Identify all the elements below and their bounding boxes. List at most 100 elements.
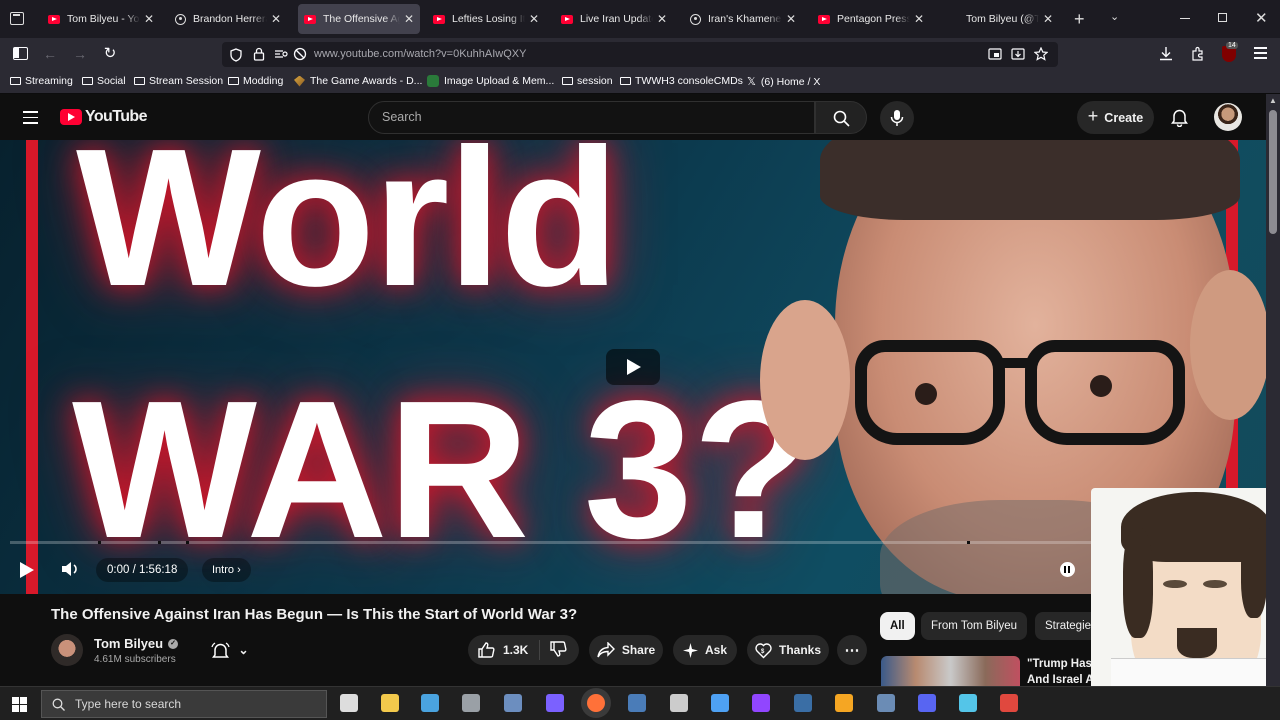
filter-chip[interactable]: From Tom Bilyeu	[921, 612, 1028, 640]
video-player[interactable]: World WAR 3? 0:00 / 1:56:18 Intro ›	[0, 140, 1266, 594]
tab-close-icon[interactable]: ✕	[914, 12, 924, 26]
scroll-up-arrow[interactable]: ▲	[1269, 96, 1277, 105]
like-button[interactable]: 1.3K	[468, 640, 540, 660]
obs-studio-icon[interactable]	[504, 694, 522, 712]
twitch-icon[interactable]	[752, 694, 770, 712]
more-actions-button[interactable]: ⋯	[837, 635, 867, 665]
browser-tab[interactable]: Pentagon Press Briefing ✕	[812, 4, 930, 34]
shield-icon[interactable]	[230, 48, 242, 62]
bookmark-item[interactable]: Stream Session	[134, 75, 223, 87]
recommended-thumbnail[interactable]	[881, 656, 1020, 686]
back-button[interactable]: ←	[40, 44, 60, 64]
bookmark-item[interactable]: Streaming	[10, 75, 73, 87]
tab-close-icon[interactable]: ✕	[404, 12, 414, 26]
new-tab-button[interactable]: +	[1074, 9, 1085, 30]
browser-tab[interactable]: Lefties Losing It: Iran ✕	[427, 4, 545, 34]
notifications-bell-icon[interactable]	[1171, 108, 1188, 127]
browser-tab[interactable]: Iran's Khamenei ✕	[684, 4, 802, 34]
channel-avatar[interactable]	[51, 634, 83, 666]
tab-close-icon[interactable]: ✕	[529, 12, 539, 26]
forward-button[interactable]: →	[70, 44, 90, 64]
tab-list-icon[interactable]	[10, 12, 24, 25]
lock-icon[interactable]	[253, 47, 265, 61]
thanks-button[interactable]: $ Thanks	[747, 635, 829, 665]
tab-close-icon[interactable]: ✕	[1043, 12, 1053, 26]
recorder-icon[interactable]	[1000, 694, 1018, 712]
bookmark-item[interactable]: Social	[82, 75, 126, 87]
create-button[interactable]: + Create	[1077, 101, 1154, 134]
vpn-app-icon[interactable]	[546, 694, 564, 712]
obs-icon[interactable]	[670, 694, 688, 712]
downloads-icon[interactable]	[1159, 46, 1173, 61]
page-scrollbar[interactable]: ▲	[1266, 94, 1280, 686]
dislike-button[interactable]	[540, 640, 567, 660]
subscription-notifications-button[interactable]: ⌄	[199, 635, 261, 665]
autoplay-blocked-icon[interactable]	[293, 47, 307, 61]
tab-close-icon[interactable]: ✕	[144, 12, 154, 26]
browser-tab[interactable]: Tom Bilyeu (@TomBilyeu) ✕	[941, 4, 1059, 34]
battle-net-icon[interactable]	[711, 694, 729, 712]
search-button[interactable]	[815, 101, 867, 134]
thumbnail-red-bar-left	[26, 140, 38, 594]
tab-dropdown-icon[interactable]: ⌄	[1110, 10, 1119, 23]
extensions-icon[interactable]	[1190, 46, 1205, 61]
filter-chip[interactable]: All	[880, 612, 915, 640]
star-citizen-icon[interactable]	[794, 694, 812, 712]
recommended-title[interactable]: "Trump Has And Israel A	[1027, 656, 1094, 688]
monitor-app-icon[interactable]	[421, 694, 439, 712]
discord-icon[interactable]	[918, 694, 936, 712]
close-window-button[interactable]: ✕	[1255, 9, 1268, 27]
windows-start-icon[interactable]	[12, 697, 27, 712]
tab-close-icon[interactable]: ✕	[657, 12, 667, 26]
sidebar-toggle-icon[interactable]	[13, 47, 28, 60]
volume-icon[interactable]	[60, 560, 80, 578]
settings-app-icon[interactable]	[462, 694, 480, 712]
file-explorer-icon[interactable]	[381, 694, 399, 712]
scrollbar-thumb[interactable]	[1269, 110, 1277, 234]
ask-button[interactable]: Ask	[673, 635, 737, 665]
browser-tab[interactable]: Brandon Herrera ✕	[169, 4, 287, 34]
youtube-header: YouTube Search + Create	[0, 94, 1266, 140]
app-menu-icon[interactable]	[1254, 47, 1267, 59]
voice-search-button[interactable]	[880, 101, 914, 135]
taskbar-search-input[interactable]: Type here to search	[41, 690, 327, 718]
media-player-icon[interactable]	[835, 694, 853, 712]
steam-icon[interactable]	[628, 694, 646, 712]
minimize-button[interactable]	[1180, 18, 1190, 19]
address-bar[interactable]: www.youtube.com/watch?v=0KuhhAIwQXY	[222, 42, 1058, 67]
tab-close-icon[interactable]: ✕	[786, 12, 796, 26]
reload-button[interactable]: ↻	[100, 44, 120, 64]
tab-close-icon[interactable]: ✕	[271, 12, 281, 26]
bookmark-item[interactable]: The Game Awards - D...	[294, 75, 422, 87]
browser-nav-bar: ← → ↻ www.youtube.com/watch?v=0KuhhAIwQX…	[0, 38, 1280, 70]
browser-tab[interactable]: Tom Bilyeu - YouTube ✕	[42, 4, 160, 34]
chapter-button[interactable]: Intro ›	[202, 558, 251, 582]
guide-menu-icon[interactable]	[23, 111, 38, 124]
bookmark-star-icon[interactable]	[1034, 47, 1048, 61]
firefox-icon[interactable]	[587, 694, 605, 712]
game-launcher-icon[interactable]	[877, 694, 895, 712]
share-button[interactable]: Share	[589, 635, 663, 665]
save-to-pocket-icon[interactable]	[1011, 47, 1025, 61]
browser-tab[interactable]: The Offensive Against Iran ✕	[298, 4, 420, 34]
youtube-logo[interactable]: YouTube	[60, 108, 147, 126]
bookmark-item[interactable]: session	[562, 75, 613, 87]
autoplay-toggle[interactable]	[1060, 562, 1075, 577]
search-input[interactable]: Search	[368, 101, 815, 134]
restore-button[interactable]	[1218, 13, 1227, 22]
play-center-button[interactable]	[606, 349, 660, 385]
permissions-icon[interactable]	[274, 48, 288, 60]
task-view-icon[interactable]	[340, 694, 358, 712]
bookmark-item[interactable]: Image Upload & Mem...	[427, 75, 554, 87]
channel-name[interactable]: Tom Bilyeu ✓	[94, 636, 179, 651]
bookmark-item[interactable]: 𝕏 (6) Home / X	[747, 75, 820, 89]
time-display: 0:00 / 1:56:18	[96, 558, 189, 582]
bookmark-item[interactable]: TWWH3 consoleCMDs	[620, 75, 743, 87]
url-text[interactable]: www.youtube.com/watch?v=0KuhhAIwQXY	[314, 48, 526, 60]
notepad-icon[interactable]	[959, 694, 977, 712]
play-button[interactable]	[20, 562, 34, 578]
browser-tab[interactable]: Live Iran Update with ✕	[555, 4, 673, 34]
bookmark-item[interactable]: Modding	[228, 75, 283, 87]
account-avatar[interactable]	[1214, 103, 1242, 131]
picture-in-picture-icon[interactable]	[988, 48, 1002, 60]
